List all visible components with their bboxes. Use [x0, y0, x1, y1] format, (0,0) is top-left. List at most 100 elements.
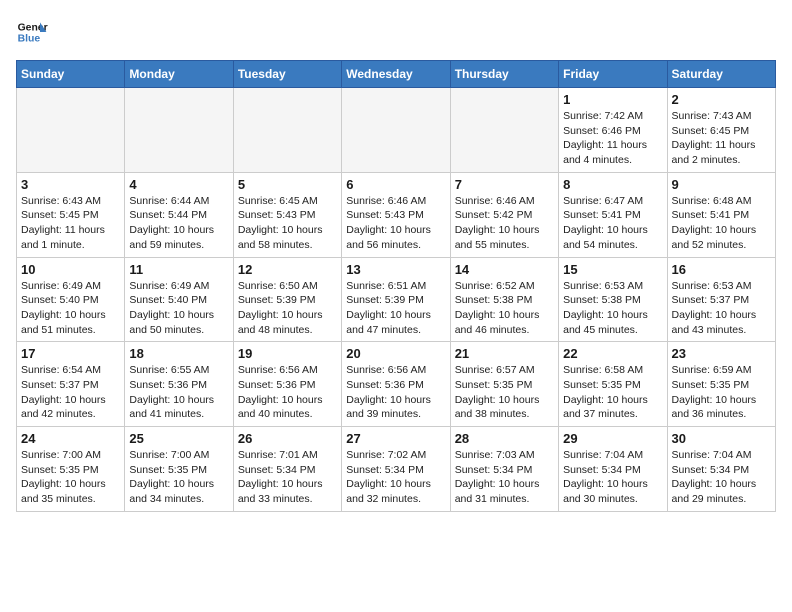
day-number: 18	[129, 346, 228, 361]
calendar-cell	[233, 88, 341, 173]
day-number: 7	[455, 177, 554, 192]
day-info: Sunrise: 7:03 AM Sunset: 5:34 PM Dayligh…	[455, 448, 554, 507]
day-number: 17	[21, 346, 120, 361]
calendar-cell: 20 Sunrise: 6:56 AM Sunset: 5:36 PM Dayli…	[342, 342, 450, 427]
day-number: 27	[346, 431, 445, 446]
day-number: 24	[21, 431, 120, 446]
calendar-cell	[125, 88, 233, 173]
calendar-cell: 27 Sunrise: 7:02 AM Sunset: 5:34 PM Dayli…	[342, 427, 450, 512]
calendar-cell: 13Sunrise: 6:51 AM Sunset: 5:39 PM Dayli…	[342, 257, 450, 342]
day-number: 11	[129, 262, 228, 277]
calendar-cell: 9 Sunrise: 6:48 AM Sunset: 5:41 PM Daylig…	[667, 172, 775, 257]
calendar-cell: 21Sunrise: 6:57 AM Sunset: 5:35 PM Dayli…	[450, 342, 558, 427]
calendar-cell: 18 Sunrise: 6:55 AM Sunset: 5:36 PM Dayli…	[125, 342, 233, 427]
day-info: Sunrise: 7:42 AM Sunset: 6:46 PM Dayligh…	[563, 109, 662, 168]
day-number: 2	[672, 92, 771, 107]
calendar-cell: 1Sunrise: 7:42 AM Sunset: 6:46 PM Daylig…	[559, 88, 667, 173]
day-number: 20	[346, 346, 445, 361]
day-number: 25	[129, 431, 228, 446]
calendar-cell: 22 Sunrise: 6:58 AM Sunset: 5:35 PM Dayli…	[559, 342, 667, 427]
day-info: Sunrise: 6:56 AM Sunset: 5:36 PM Dayligh…	[238, 363, 337, 422]
calendar-cell: 29 Sunrise: 7:04 AM Sunset: 5:34 PM Dayli…	[559, 427, 667, 512]
day-number: 23	[672, 346, 771, 361]
day-number: 8	[563, 177, 662, 192]
day-number: 22	[563, 346, 662, 361]
calendar-cell	[342, 88, 450, 173]
day-number: 13	[346, 262, 445, 277]
day-number: 10	[21, 262, 120, 277]
day-info: Sunrise: 6:56 AM Sunset: 5:36 PM Dayligh…	[346, 363, 445, 422]
day-number: 3	[21, 177, 120, 192]
day-number: 15	[563, 262, 662, 277]
calendar-cell: 12Sunrise: 6:50 AM Sunset: 5:39 PM Dayli…	[233, 257, 341, 342]
weekday-header: Saturday	[667, 61, 775, 88]
calendar-cell: 30 Sunrise: 7:04 AM Sunset: 5:34 PM Dayli…	[667, 427, 775, 512]
logo: General Blue	[16, 16, 52, 48]
calendar-cell	[450, 88, 558, 173]
day-number: 26	[238, 431, 337, 446]
svg-text:Blue: Blue	[18, 34, 41, 45]
day-info: Sunrise: 6:49 AM Sunset: 5:40 PM Dayligh…	[21, 279, 120, 338]
calendar-header: SundayMondayTuesdayWednesdayThursdayFrid…	[17, 61, 776, 88]
day-info: Sunrise: 7:00 AM Sunset: 5:35 PM Dayligh…	[21, 448, 120, 507]
day-info: Sunrise: 6:45 AM Sunset: 5:43 PM Dayligh…	[238, 194, 337, 253]
weekday-header: Tuesday	[233, 61, 341, 88]
calendar-cell: 17 Sunrise: 6:54 AM Sunset: 5:37 PM Dayli…	[17, 342, 125, 427]
day-info: Sunrise: 7:01 AM Sunset: 5:34 PM Dayligh…	[238, 448, 337, 507]
day-info: Sunrise: 6:48 AM Sunset: 5:41 PM Dayligh…	[672, 194, 771, 253]
calendar-cell	[17, 88, 125, 173]
calendar-cell: 14Sunrise: 6:52 AM Sunset: 5:38 PM Dayli…	[450, 257, 558, 342]
day-info: Sunrise: 7:04 AM Sunset: 5:34 PM Dayligh…	[672, 448, 771, 507]
weekday-header: Thursday	[450, 61, 558, 88]
day-number: 21	[455, 346, 554, 361]
weekday-header: Wednesday	[342, 61, 450, 88]
day-number: 4	[129, 177, 228, 192]
day-info: Sunrise: 6:46 AM Sunset: 5:43 PM Dayligh…	[346, 194, 445, 253]
day-info: Sunrise: 6:55 AM Sunset: 5:36 PM Dayligh…	[129, 363, 228, 422]
day-number: 28	[455, 431, 554, 446]
calendar-cell: 6 Sunrise: 6:46 AM Sunset: 5:43 PM Daylig…	[342, 172, 450, 257]
day-number: 30	[672, 431, 771, 446]
day-number: 5	[238, 177, 337, 192]
day-info: Sunrise: 6:54 AM Sunset: 5:37 PM Dayligh…	[21, 363, 120, 422]
day-number: 6	[346, 177, 445, 192]
calendar-cell: 26 Sunrise: 7:01 AM Sunset: 5:34 PM Dayli…	[233, 427, 341, 512]
day-info: Sunrise: 6:59 AM Sunset: 5:35 PM Dayligh…	[672, 363, 771, 422]
page-header: General Blue	[16, 16, 776, 48]
day-info: Sunrise: 6:43 AM Sunset: 5:45 PM Dayligh…	[21, 194, 120, 253]
day-info: Sunrise: 6:44 AM Sunset: 5:44 PM Dayligh…	[129, 194, 228, 253]
calendar-week: 24 Sunrise: 7:00 AM Sunset: 5:35 PM Dayli…	[17, 427, 776, 512]
day-number: 9	[672, 177, 771, 192]
day-info: Sunrise: 7:02 AM Sunset: 5:34 PM Dayligh…	[346, 448, 445, 507]
day-info: Sunrise: 7:43 AM Sunset: 6:45 PM Dayligh…	[672, 109, 771, 168]
calendar-week: 10 Sunrise: 6:49 AM Sunset: 5:40 PM Dayli…	[17, 257, 776, 342]
weekday-header: Sunday	[17, 61, 125, 88]
day-info: Sunrise: 7:00 AM Sunset: 5:35 PM Dayligh…	[129, 448, 228, 507]
calendar-week: 17 Sunrise: 6:54 AM Sunset: 5:37 PM Dayli…	[17, 342, 776, 427]
day-info: Sunrise: 6:53 AM Sunset: 5:38 PM Dayligh…	[563, 279, 662, 338]
day-info: Sunrise: 6:47 AM Sunset: 5:41 PM Dayligh…	[563, 194, 662, 253]
calendar-cell: 4 Sunrise: 6:44 AM Sunset: 5:44 PM Daylig…	[125, 172, 233, 257]
calendar-cell: 23 Sunrise: 6:59 AM Sunset: 5:35 PM Dayli…	[667, 342, 775, 427]
day-number: 19	[238, 346, 337, 361]
logo-icon: General Blue	[16, 16, 48, 48]
calendar-cell: 8 Sunrise: 6:47 AM Sunset: 5:41 PM Daylig…	[559, 172, 667, 257]
calendar-week: 1Sunrise: 7:42 AM Sunset: 6:46 PM Daylig…	[17, 88, 776, 173]
day-info: Sunrise: 6:52 AM Sunset: 5:38 PM Dayligh…	[455, 279, 554, 338]
day-number: 12	[238, 262, 337, 277]
calendar-cell: 2 Sunrise: 7:43 AM Sunset: 6:45 PM Daylig…	[667, 88, 775, 173]
day-info: Sunrise: 6:49 AM Sunset: 5:40 PM Dayligh…	[129, 279, 228, 338]
day-number: 29	[563, 431, 662, 446]
day-info: Sunrise: 6:53 AM Sunset: 5:37 PM Dayligh…	[672, 279, 771, 338]
calendar-table: SundayMondayTuesdayWednesdayThursdayFrid…	[16, 60, 776, 512]
day-info: Sunrise: 6:58 AM Sunset: 5:35 PM Dayligh…	[563, 363, 662, 422]
day-number: 16	[672, 262, 771, 277]
calendar-cell: 7 Sunrise: 6:46 AM Sunset: 5:42 PM Daylig…	[450, 172, 558, 257]
calendar-week: 3 Sunrise: 6:43 AM Sunset: 5:45 PM Daylig…	[17, 172, 776, 257]
calendar-cell: 28 Sunrise: 7:03 AM Sunset: 5:34 PM Dayli…	[450, 427, 558, 512]
day-info: Sunrise: 7:04 AM Sunset: 5:34 PM Dayligh…	[563, 448, 662, 507]
calendar-cell: 24 Sunrise: 7:00 AM Sunset: 5:35 PM Dayli…	[17, 427, 125, 512]
calendar-cell: 5 Sunrise: 6:45 AM Sunset: 5:43 PM Daylig…	[233, 172, 341, 257]
day-info: Sunrise: 6:46 AM Sunset: 5:42 PM Dayligh…	[455, 194, 554, 253]
calendar-cell: 25 Sunrise: 7:00 AM Sunset: 5:35 PM Dayli…	[125, 427, 233, 512]
